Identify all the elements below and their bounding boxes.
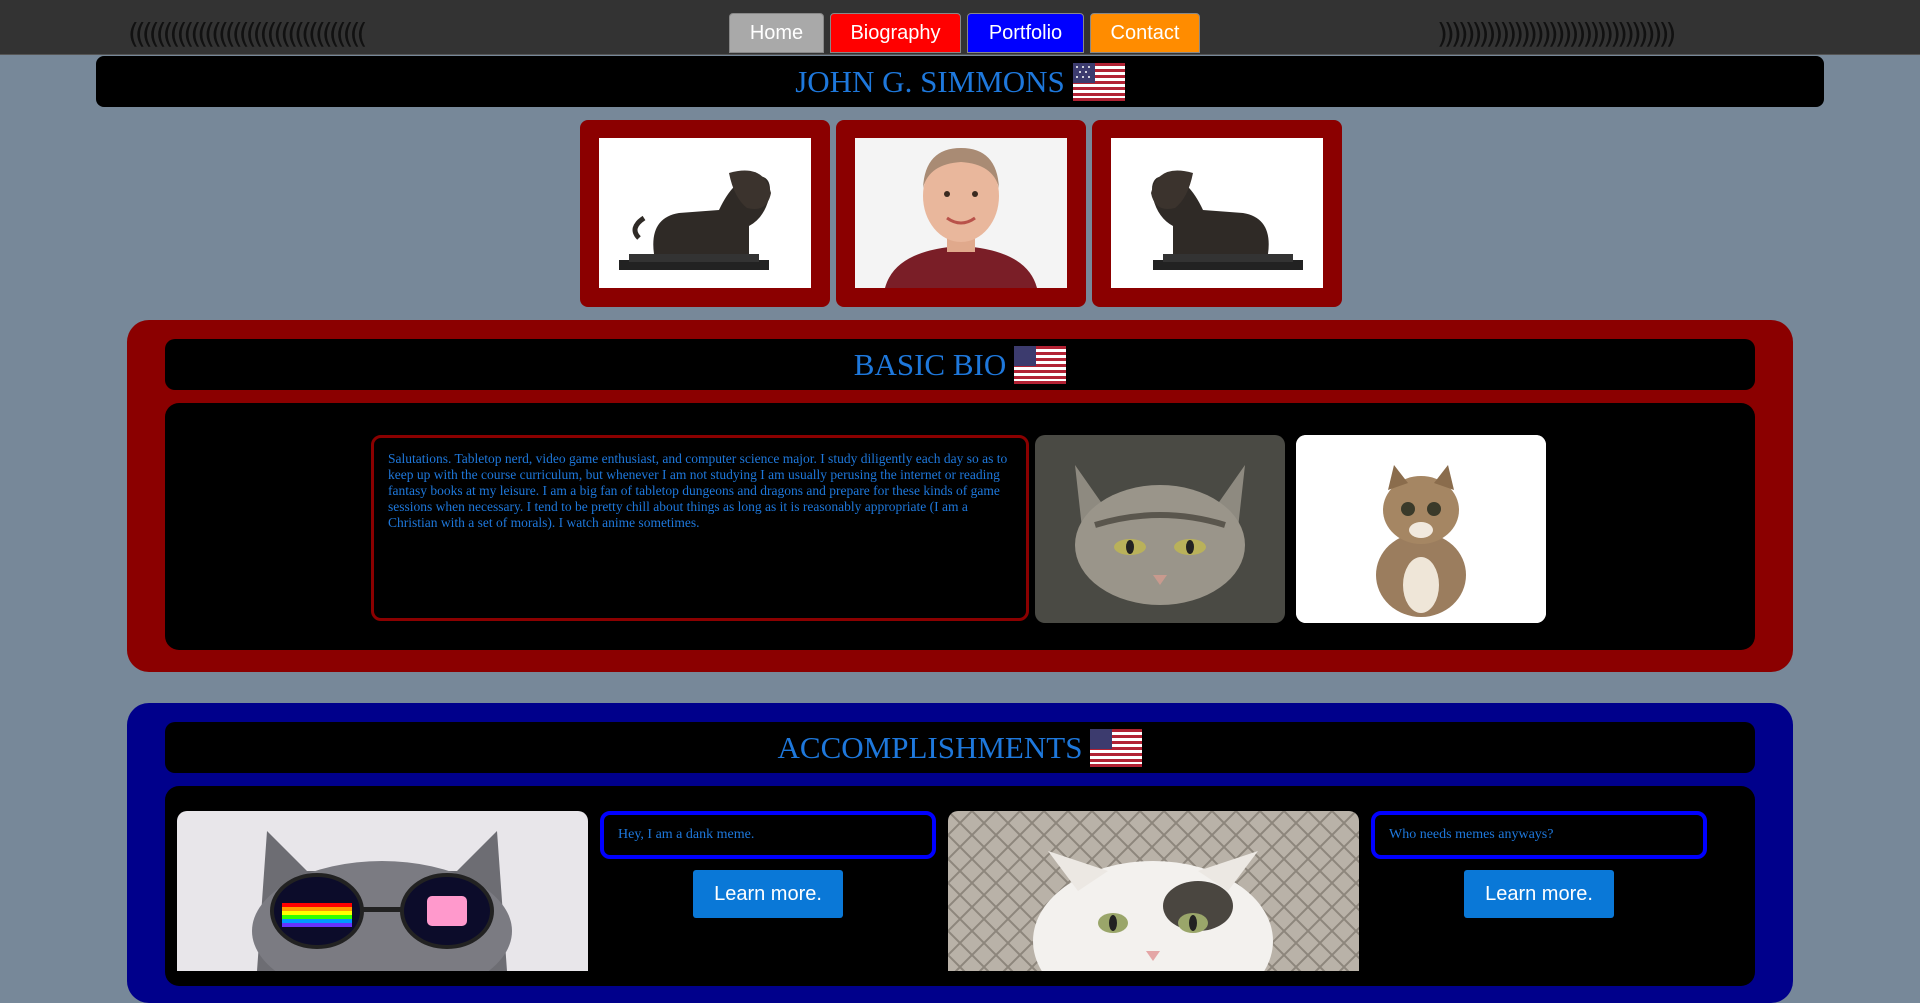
white-cat-image [948, 811, 1359, 971]
main-nav: Home Biography Portfolio Contact [729, 13, 1200, 53]
top-nav-bar: (((((((((((((((((((((((((((((((((( Home … [0, 0, 1920, 55]
nav-biography-tab[interactable]: Biography [830, 13, 961, 53]
learn-more-button[interactable]: Learn more. [1464, 870, 1614, 918]
us-flag-icon [1014, 345, 1067, 384]
nav-home-tab[interactable]: Home [729, 13, 824, 53]
left-decoration: (((((((((((((((((((((((((((((((((( [128, 17, 367, 50]
accomplishment-caption: Hey, I am a dank meme. [600, 811, 936, 859]
bio-body: Salutations. Tabletop nerd, video game e… [165, 403, 1755, 650]
lion-statue-image [599, 138, 811, 288]
photo-gallery [580, 120, 1342, 307]
accomplishments-body: Hey, I am a dank meme. Learn more. Who n… [165, 786, 1755, 986]
kitten-image [1296, 435, 1546, 623]
accomplishments-section: ACCOMPLISHMENTS Hey, I am a dank meme. L… [127, 703, 1793, 1003]
right-decoration: )))))))))))))))))))))))))))))))))) [1437, 17, 1676, 50]
bio-heading: BASIC BIO [853, 346, 1007, 382]
basic-bio-section: BASIC BIO Salutations. Tabletop nerd, vi… [127, 320, 1793, 672]
accomplishments-heading: ACCOMPLISHMENTS [777, 729, 1083, 765]
lion-statue-image [1111, 138, 1323, 288]
bio-text: Salutations. Tabletop nerd, video game e… [371, 435, 1029, 621]
bio-title-bar: BASIC BIO [165, 339, 1755, 390]
portrait-image [855, 138, 1067, 288]
sunglasses-cat-image [177, 811, 588, 971]
tabby-cat-image [1035, 435, 1285, 623]
gallery-frame [1092, 120, 1342, 307]
page-title: JOHN G. SIMMONS [795, 63, 1065, 99]
us-flag-icon [1072, 62, 1125, 101]
gallery-frame [836, 120, 1086, 307]
gallery-frame [580, 120, 830, 307]
name-banner: JOHN G. SIMMONS [96, 56, 1824, 107]
nav-contact-tab[interactable]: Contact [1090, 13, 1200, 53]
accomplishments-title-bar: ACCOMPLISHMENTS [165, 722, 1755, 773]
nav-portfolio-tab[interactable]: Portfolio [967, 13, 1084, 53]
learn-more-button[interactable]: Learn more. [693, 870, 843, 918]
us-flag-icon [1090, 728, 1143, 767]
accomplishment-caption: Who needs memes anyways? [1371, 811, 1707, 859]
